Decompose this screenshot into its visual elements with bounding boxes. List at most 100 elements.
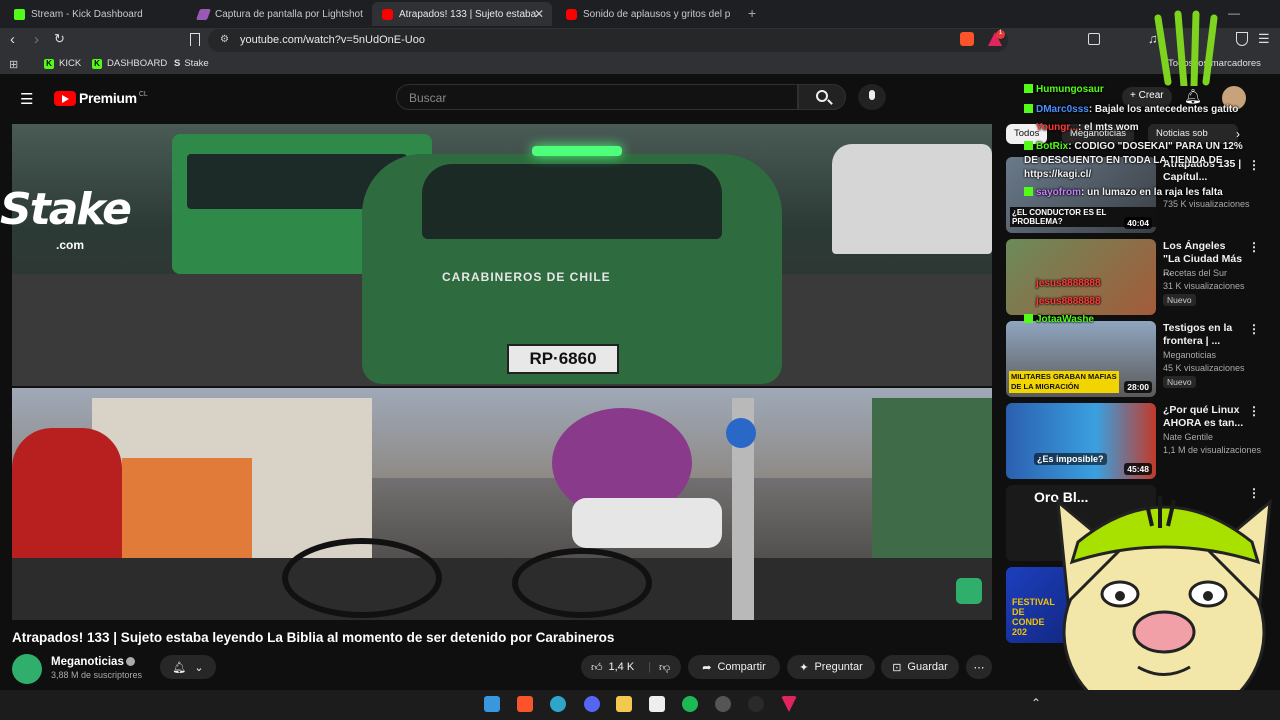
sidebar-video-title[interactable]: ¿Por qué Linux AHORA es tan... [1163, 404, 1245, 430]
video-player[interactable]: CARABINEROS DE CHILE RP·6860 [12, 124, 992, 620]
chevron-right-icon[interactable]: › [1236, 127, 1240, 141]
like-count[interactable]: 1,4 K [609, 661, 635, 673]
chat-message: jesus8888888 [1036, 278, 1101, 289]
subscribed-bell-button[interactable]: 🔔︎ ⌄ [160, 655, 216, 679]
chevron-up-icon[interactable]: ⌃ [1031, 696, 1041, 710]
stake-logo-suffix: .com [56, 238, 85, 252]
back-icon[interactable]: ‹ [10, 31, 15, 48]
chat-user: sayofrom [1036, 187, 1082, 198]
apps-grid-icon[interactable]: ⊞ [9, 58, 18, 71]
thumbnail-caption: FESTIVAL DE CONDE 202 [1012, 597, 1055, 637]
lightshot-icon [195, 8, 212, 20]
ask-button[interactable]: ✦ Preguntar [787, 655, 875, 679]
obs-icon[interactable] [715, 696, 731, 712]
site-settings-icon[interactable]: ⚙ [220, 34, 229, 45]
notifications-bell-icon[interactable]: 🔔︎ [1184, 88, 1202, 105]
share-button[interactable]: ➦ Compartir [688, 655, 780, 679]
vpn-icon[interactable] [1236, 32, 1248, 46]
video-options-icon[interactable]: ⋮ [1248, 322, 1260, 336]
chat-message: JotaaWashe [1024, 314, 1094, 325]
share-label: Compartir [717, 661, 766, 673]
new-badge: Nuevo [1163, 294, 1196, 306]
verified-icon [126, 657, 135, 666]
sidebar-video-views: 31 K visualizaciones [1163, 281, 1245, 291]
windows-start-icon[interactable] [484, 696, 500, 712]
browser-tab[interactable]: Stream - Kick Dashboard [4, 2, 184, 26]
bookmark-stake[interactable]: S Stake [174, 58, 209, 69]
bookmark-kick[interactable]: K KICK [44, 58, 81, 69]
white-car-shape [832, 144, 992, 254]
extensions-icon[interactable] [1088, 33, 1100, 45]
video-options-icon[interactable]: ⋮ [1248, 404, 1260, 418]
edge-icon[interactable] [550, 696, 566, 712]
sidebar-video-title[interactable]: Testigos en la frontera | ... [1163, 322, 1245, 348]
file-explorer-icon[interactable] [616, 696, 632, 712]
bookmark-dashboard[interactable]: K DASHBOARD [92, 58, 167, 69]
close-tab-icon[interactable]: ✕ [534, 7, 544, 21]
steam-icon[interactable] [748, 696, 764, 712]
chat-message: sayofrom: un lumazo en la raja les falta [1024, 187, 1223, 198]
chat-user: DMarc0sss [1036, 104, 1089, 115]
notification-badge: 1 [996, 30, 1005, 39]
license-plate: RP·6860 [507, 344, 619, 374]
browser-tab-active[interactable]: Atrapados! 133 | Sujeto estaba ✕ [372, 2, 552, 26]
subscriber-count: 3,88 M de suscriptores [51, 670, 143, 680]
kick-icon: K [92, 58, 102, 69]
voice-search-button[interactable] [858, 84, 886, 110]
hamburger-menu-icon[interactable]: ☰ [20, 90, 33, 108]
ask-label: Preguntar [814, 661, 863, 673]
logo-text: Premium [79, 90, 137, 106]
kick-badge-icon [1024, 314, 1033, 323]
chat-message: jesus8888888 [1036, 296, 1101, 307]
video-title: Atrapados! 133 | Sujeto estaba leyendo L… [12, 630, 615, 645]
browser-tab[interactable]: Sonido de aplausos y gritos del p [556, 2, 736, 26]
monster-logo [1154, 10, 1218, 86]
chat-user: BotRix [1036, 141, 1069, 152]
create-label: Crear [1138, 90, 1164, 101]
bookmarks-bar: ⊞ K KICK K DASHBOARD S Stake Todos los m… [0, 54, 1280, 74]
video-thumbnail[interactable]: MILITARES GRABAN MAFIAS DE LA MIGRACIÓN … [1006, 321, 1156, 397]
region-code: CL [138, 90, 148, 98]
chat-message: Humungosaur [1024, 84, 1104, 95]
youtube-premium-logo[interactable]: Premium CL [54, 90, 148, 106]
share-icon: ➦ [702, 661, 712, 674]
menu-icon[interactable]: ☰ [1258, 31, 1270, 47]
microphone-icon [869, 90, 875, 100]
chat-message: Youngr...: el mts wom [1036, 122, 1139, 133]
chat-text: : Bajale los antecedentes gatito [1088, 104, 1239, 115]
kick-badge-icon [1024, 187, 1033, 196]
channel-avatar[interactable] [12, 654, 42, 684]
video-frame-top: CARABINEROS DE CHILE RP·6860 [12, 124, 992, 386]
search-input[interactable]: Buscar [396, 84, 798, 110]
sidebar-video-channel: Meganoticias [1163, 350, 1217, 360]
video-thumbnail[interactable]: ¿Es imposible? 45:48 [1006, 403, 1156, 479]
thumbs-down-icon[interactable]: 👎︎ [659, 661, 670, 674]
video-options-icon[interactable]: ⋮ [1248, 240, 1260, 254]
discord-icon[interactable] [584, 696, 600, 712]
forward-icon[interactable]: › [34, 31, 39, 48]
search-placeholder: Buscar [409, 91, 447, 105]
brave-shields-icon[interactable] [960, 32, 974, 46]
save-button[interactable]: ⊡ Guardar [881, 655, 959, 679]
app-icon[interactable] [649, 696, 665, 712]
kick-badge-icon [1024, 104, 1033, 113]
new-tab-icon[interactable]: + [748, 5, 756, 21]
sidebar-video-views: 735 K visualizaciones [1163, 199, 1250, 209]
video-duration: 28:00 [1124, 381, 1152, 393]
more-icon: ⋯ [973, 661, 985, 674]
search-button[interactable] [798, 84, 846, 110]
channel-name[interactable]: Meganoticias [51, 656, 124, 668]
save-label: Guardar [907, 661, 948, 673]
thumbs-up-icon[interactable]: 👍︎ [591, 661, 603, 674]
more-actions-button[interactable]: ⋯ [966, 655, 992, 679]
spotify-icon[interactable] [682, 696, 698, 712]
youtube-icon [382, 8, 393, 20]
browser-tab[interactable]: Captura de pantalla por Lightshot [188, 2, 368, 26]
url-text: youtube.com/watch?v=5nUdOnE-Uoo [240, 34, 425, 46]
bookmark-icon[interactable] [190, 33, 200, 46]
kick-icon: K [44, 58, 54, 69]
chat-text: : un lumazo en la raja les falta [1081, 187, 1223, 198]
reload-icon[interactable]: ↻ [54, 31, 65, 47]
brave-icon[interactable] [517, 696, 533, 712]
green-wall [872, 398, 992, 558]
